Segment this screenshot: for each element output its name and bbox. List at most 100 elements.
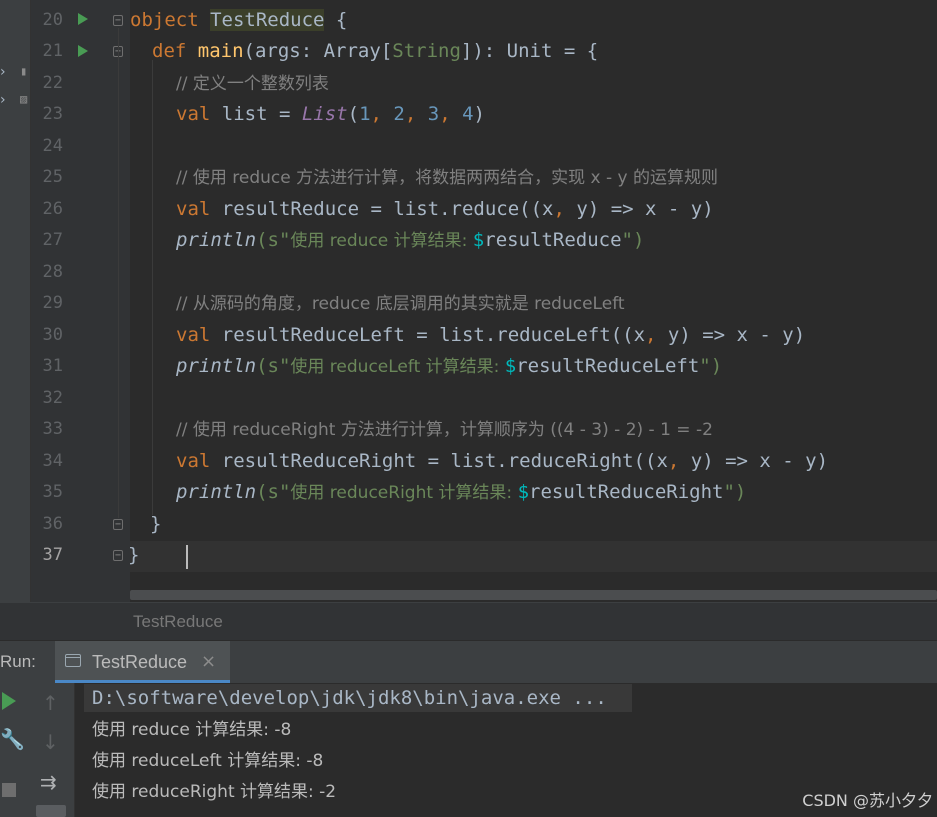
- stop-icon[interactable]: [2, 783, 16, 797]
- chevron-right-icon[interactable]: ›: [0, 92, 6, 108]
- wrench-icon[interactable]: 🔧: [0, 727, 25, 751]
- indent-guide: [118, 28, 119, 518]
- function-name: main: [197, 40, 244, 62]
- code-text: (: [347, 103, 360, 125]
- comma: ,: [667, 450, 691, 472]
- code-text: list =: [210, 103, 302, 125]
- scrollbar-thumb[interactable]: [130, 590, 937, 600]
- number: 3: [427, 103, 440, 125]
- code-line-20[interactable]: object TestReduce {: [130, 5, 347, 36]
- scroll-to-end-icon[interactable]: [36, 805, 66, 817]
- code-text: y) => x - y): [667, 324, 806, 346]
- string-open: (s": [256, 229, 291, 251]
- line-number: 20: [42, 10, 63, 30]
- editor-horizontal-scrollbar[interactable]: [130, 589, 937, 601]
- close-icon[interactable]: ×: [201, 651, 216, 672]
- line-number: 34: [42, 451, 63, 471]
- run-rerun-icon[interactable]: [2, 692, 16, 710]
- interpolation-sign: $: [517, 481, 530, 503]
- code-text: resultReduceLeft = list.reduceLeft((x: [210, 324, 646, 346]
- code-line-27[interactable]: println(s"使用 reduce 计算结果: $resultReduce"…: [176, 225, 644, 256]
- keyword: object: [130, 9, 199, 31]
- comma: ,: [404, 103, 428, 125]
- console-line-command[interactable]: D:\software\develop\jdk\jdk8\bin\java.ex…: [92, 683, 607, 714]
- current-line-highlight: [130, 541, 937, 572]
- arrow-up-icon[interactable]: ↑: [42, 691, 59, 715]
- arrow-down-icon[interactable]: ↓: [42, 730, 59, 754]
- run-gutter-icon[interactable]: [78, 13, 88, 25]
- console-line[interactable]: 使用 reduce 计算结果: -8: [92, 714, 291, 745]
- line-number: 28: [42, 262, 63, 282]
- code-line-36[interactable]: }: [150, 509, 161, 540]
- code-line-21[interactable]: def main(args: Array[String]): Unit = {: [152, 36, 598, 67]
- code-line-29[interactable]: // 从源码的角度，reduce 底层调用的其实就是 reduceLeft: [176, 288, 625, 319]
- code-line-22[interactable]: // 定义一个整数列表: [176, 68, 329, 99]
- chevron-right-icon[interactable]: ›: [0, 64, 6, 80]
- code-text: y) => x - y): [576, 198, 714, 220]
- comment: // 使用 reduce 方法进行计算，将数据两两结合，实现 x - y 的运算…: [176, 168, 718, 188]
- keyword: def: [152, 40, 187, 62]
- code-text: ): [473, 103, 485, 125]
- interpolated-variable: resultReduceLeft: [516, 355, 700, 377]
- line-number: 30: [42, 325, 63, 345]
- breadcrumb: TestReduce: [0, 602, 937, 641]
- code-text: (args: Array[: [243, 40, 393, 62]
- keyword: val: [176, 450, 211, 472]
- string-literal: 使用 reduceRight 计算结果:: [290, 483, 518, 503]
- soft-wrap-icon[interactable]: ⇉: [40, 770, 57, 794]
- line-number: 25: [42, 167, 63, 187]
- code-line-33[interactable]: // 使用 reduceRight 方法进行计算，计算顺序为 ((4 - 3) …: [176, 414, 713, 445]
- console-text: 使用 reduceLeft 计算结果: -8: [92, 751, 324, 771]
- line-number: 36: [42, 514, 63, 534]
- code-line-23[interactable]: val list = List(1, 2, 3, 4): [176, 99, 485, 130]
- keyword: val: [176, 324, 211, 346]
- left-tool-strip: › ▮ › ▨: [0, 0, 31, 640]
- run-toolbar-primary: 🔧: [0, 683, 30, 817]
- console-text: 使用 reduce 计算结果: -8: [92, 720, 292, 740]
- interpolation-sign: $: [472, 229, 485, 251]
- console-line[interactable]: 使用 reduceLeft 计算结果: -8: [92, 745, 323, 776]
- code-line-37[interactable]: }: [128, 540, 139, 571]
- watermark: CSDN @苏小夕夕: [802, 791, 933, 810]
- number: 4: [462, 103, 474, 125]
- run-tab-testreduce[interactable]: TestReduce ×: [55, 641, 230, 683]
- code-line-26[interactable]: val resultReduce = list.reduce((x, y) =>…: [176, 194, 714, 225]
- code-text: y) => x - y): [690, 450, 829, 472]
- line-number-current: 37: [42, 545, 63, 565]
- interpolation-sign: $: [504, 355, 517, 377]
- structure-marker-icon[interactable]: ▨: [20, 92, 27, 106]
- breadcrumb-item[interactable]: TestReduce: [133, 612, 223, 632]
- fold-icon[interactable]: −: [113, 519, 123, 530]
- closing-brace: }: [128, 544, 140, 566]
- comment: // 从源码的角度，reduce 底层调用的其实就是 reduceLeft: [176, 294, 625, 314]
- line-number: 27: [42, 230, 63, 250]
- code-line-34[interactable]: val resultReduceRight = list.reduceRight…: [176, 446, 828, 477]
- fold-icon[interactable]: −: [113, 550, 123, 561]
- text-caret: [186, 545, 188, 569]
- line-number: 22: [42, 73, 63, 93]
- function-call: println: [176, 481, 257, 503]
- comma: ,: [439, 103, 463, 125]
- code-line-35[interactable]: println(s"使用 reduceRight 计算结果: $resultRe…: [176, 477, 746, 508]
- run-gutter-icon[interactable]: [78, 45, 88, 57]
- string-literal: 使用 reduce 计算结果:: [290, 231, 473, 251]
- fold-icon[interactable]: −: [113, 15, 123, 26]
- interpolated-variable: resultReduceRight: [529, 481, 724, 503]
- code-text: {: [324, 9, 348, 31]
- keyword: val: [176, 198, 211, 220]
- code-line-31[interactable]: println(s"使用 reduceLeft 计算结果: $resultRed…: [176, 351, 722, 382]
- string-close: "): [621, 229, 645, 251]
- code-text: resultReduce = list.reduce((x: [210, 198, 554, 220]
- line-number: 23: [42, 104, 63, 124]
- code-line-25[interactable]: // 使用 reduce 方法进行计算，将数据两两结合，实现 x - y 的运算…: [176, 162, 718, 193]
- code-line-30[interactable]: val resultReduceLeft = list.reduceLeft((…: [176, 320, 805, 351]
- string-open: (s": [256, 355, 291, 377]
- line-number: 31: [42, 356, 63, 376]
- string-close: "): [723, 481, 747, 503]
- run-panel-header: Run: TestReduce ×: [0, 640, 937, 683]
- number: 1: [359, 103, 371, 125]
- console-text: 使用 reduceRight 计算结果: -2: [92, 782, 337, 802]
- structure-marker-icon[interactable]: ▮: [20, 64, 27, 78]
- comment: // 定义一个整数列表: [176, 74, 329, 94]
- console-line[interactable]: 使用 reduceRight 计算结果: -2: [92, 776, 336, 807]
